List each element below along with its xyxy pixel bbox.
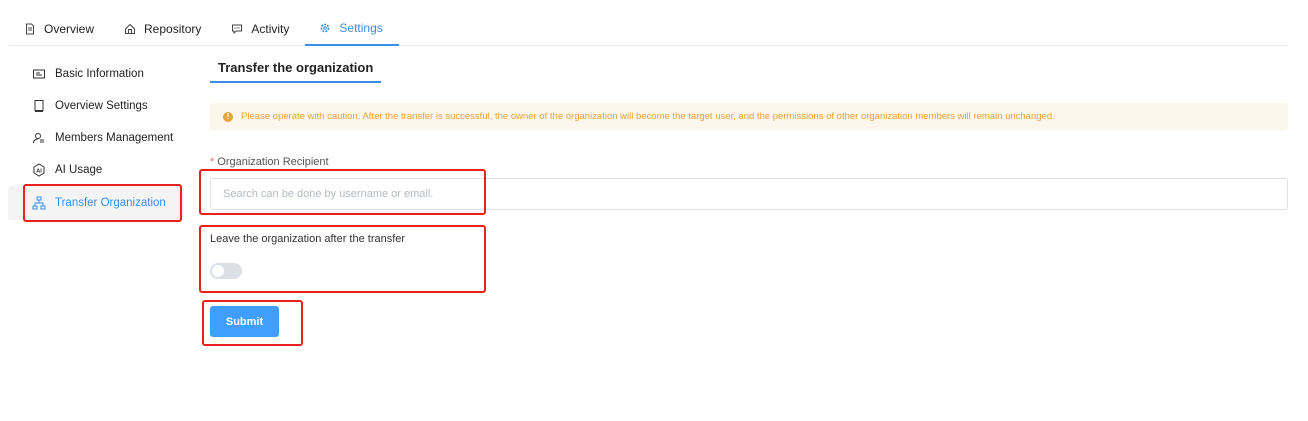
leave-organization-label: Leave the organization after the transfe… [210, 233, 406, 245]
chat-icon [232, 24, 243, 34]
submit-button[interactable]: Submit [210, 306, 279, 337]
document-icon [26, 23, 34, 34]
tab-repository[interactable]: Repository [110, 12, 217, 45]
book-icon [34, 100, 44, 112]
svg-text:AI: AI [36, 168, 42, 174]
settings-sidebar: Basic Information Overview Settings Memb… [8, 58, 184, 220]
toggle-knob [212, 265, 224, 277]
tab-overview[interactable]: Overview [10, 12, 110, 45]
gear-icon [320, 23, 330, 33]
sidebar-item-transfer-organization[interactable]: Transfer Organization [8, 186, 184, 220]
org-chart-icon [32, 196, 46, 210]
sidebar-item-label: AI Usage [55, 164, 103, 176]
tab-settings[interactable]: Settings [305, 12, 399, 46]
sidebar-item-members-management[interactable]: Members Management [8, 122, 184, 154]
warning-text: Please operate with caution. After the t… [241, 111, 1055, 122]
sidebar-item-basic-information[interactable]: Basic Information [8, 58, 184, 90]
id-card-icon [33, 69, 45, 79]
sidebar-item-ai-usage[interactable]: AI AI Usage [8, 154, 184, 186]
sidebar-item-label: Overview Settings [55, 100, 148, 112]
members-icon [33, 133, 44, 144]
page-title: Transfer the organization [210, 60, 382, 83]
tab-label: Repository [144, 21, 202, 36]
sidebar-item-label: Members Management [55, 132, 174, 144]
ai-icon: AI [33, 163, 45, 177]
recipient-label: * Organization Recipient [210, 156, 329, 168]
tab-label: Activity [251, 21, 290, 36]
recipient-label-text: Organization Recipient [217, 156, 329, 168]
warning-alert: ! Please operate with caution. After the… [210, 103, 1288, 130]
sidebar-item-overview-settings[interactable]: Overview Settings [8, 90, 184, 122]
recipient-search-input[interactable] [210, 178, 1288, 210]
sidebar-item-label: Transfer Organization [55, 197, 166, 209]
leave-organization-toggle[interactable] [210, 263, 242, 279]
top-tabs: Overview Repository Activity Settings [10, 12, 1288, 46]
repository-icon [125, 23, 136, 34]
required-mark: * [210, 156, 215, 168]
warning-icon: ! [223, 111, 233, 122]
tab-label: Overview [44, 21, 95, 36]
sidebar-item-label: Basic Information [55, 68, 144, 80]
tab-activity[interactable]: Activity [217, 12, 305, 45]
tab-label: Settings [339, 21, 383, 35]
